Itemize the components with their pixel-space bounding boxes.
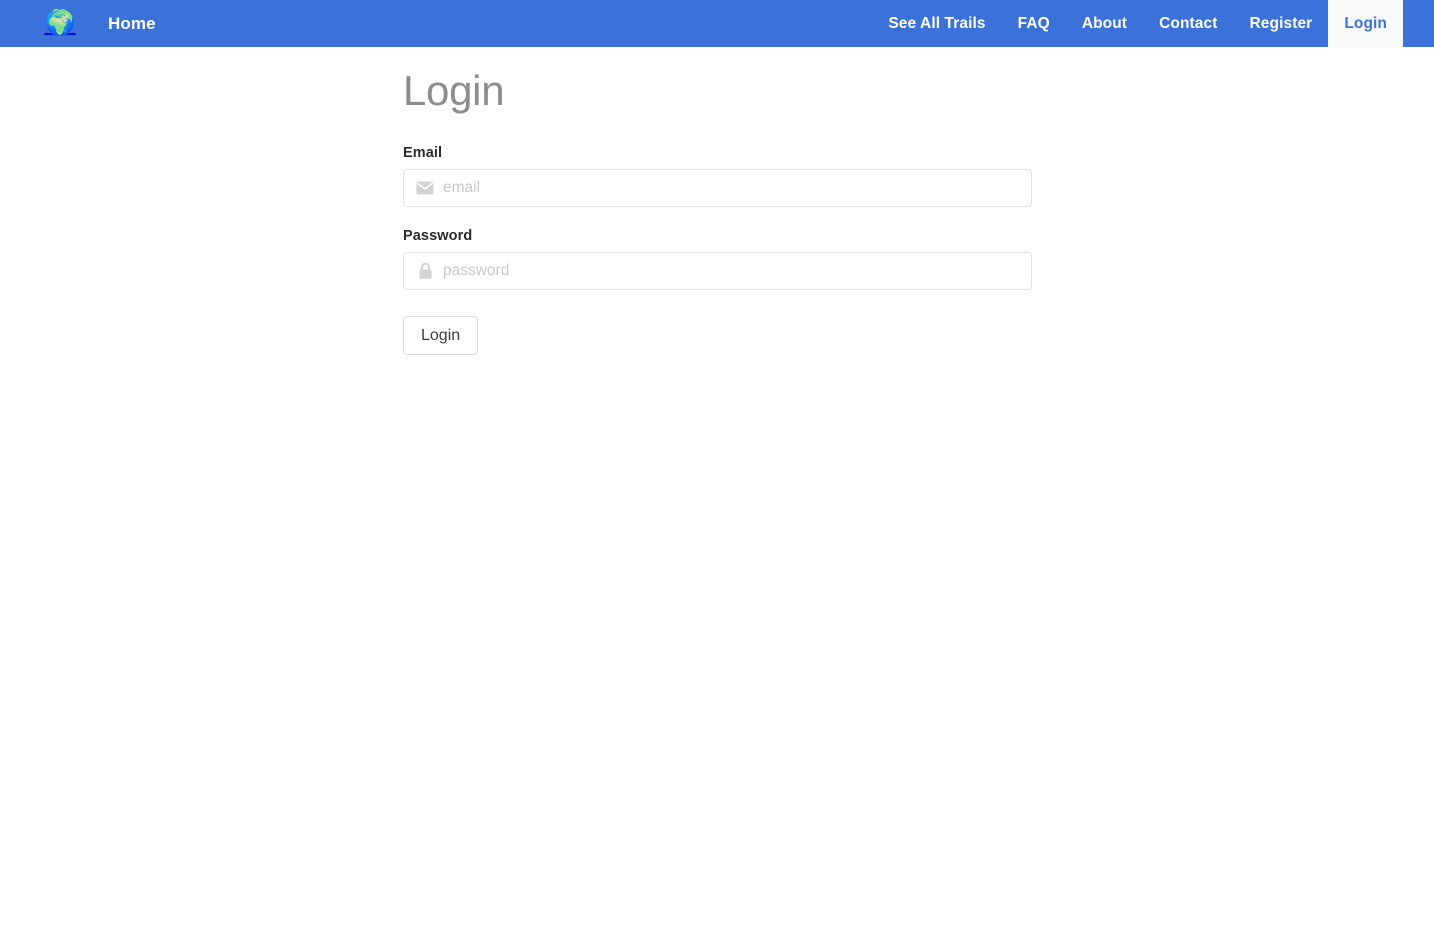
nav-link-about[interactable]: About	[1066, 0, 1143, 47]
nav-link-register[interactable]: Register	[1233, 0, 1328, 47]
email-label: Email	[403, 145, 443, 162]
email-input[interactable]	[403, 169, 1032, 208]
nav-link-login[interactable]: Login	[1328, 0, 1403, 47]
login-form: Email Password Login	[403, 145, 1032, 356]
password-input-wrapper	[403, 252, 1032, 291]
globe-earth-icon[interactable]: 🌍	[44, 9, 75, 39]
password-input[interactable]	[403, 252, 1032, 291]
password-label: Password	[403, 228, 473, 245]
nav-link-home[interactable]: Home	[108, 14, 156, 34]
main-content: Login Email Password Log	[0, 47, 1434, 356]
nav-link-faq[interactable]: FAQ	[1002, 0, 1066, 47]
navbar-right-group: See All Trails FAQ About Contact Registe…	[872, 0, 1434, 47]
navbar-left-group: 🌍 Home	[0, 0, 156, 47]
nav-link-see-all-trails[interactable]: See All Trails	[872, 0, 1001, 47]
login-submit-button[interactable]: Login	[403, 316, 479, 356]
top-navbar: 🌍 Home See All Trails FAQ About Contact …	[0, 0, 1434, 47]
page-title: Login	[403, 67, 505, 114]
nav-link-contact[interactable]: Contact	[1143, 0, 1233, 47]
email-input-wrapper	[403, 169, 1032, 208]
